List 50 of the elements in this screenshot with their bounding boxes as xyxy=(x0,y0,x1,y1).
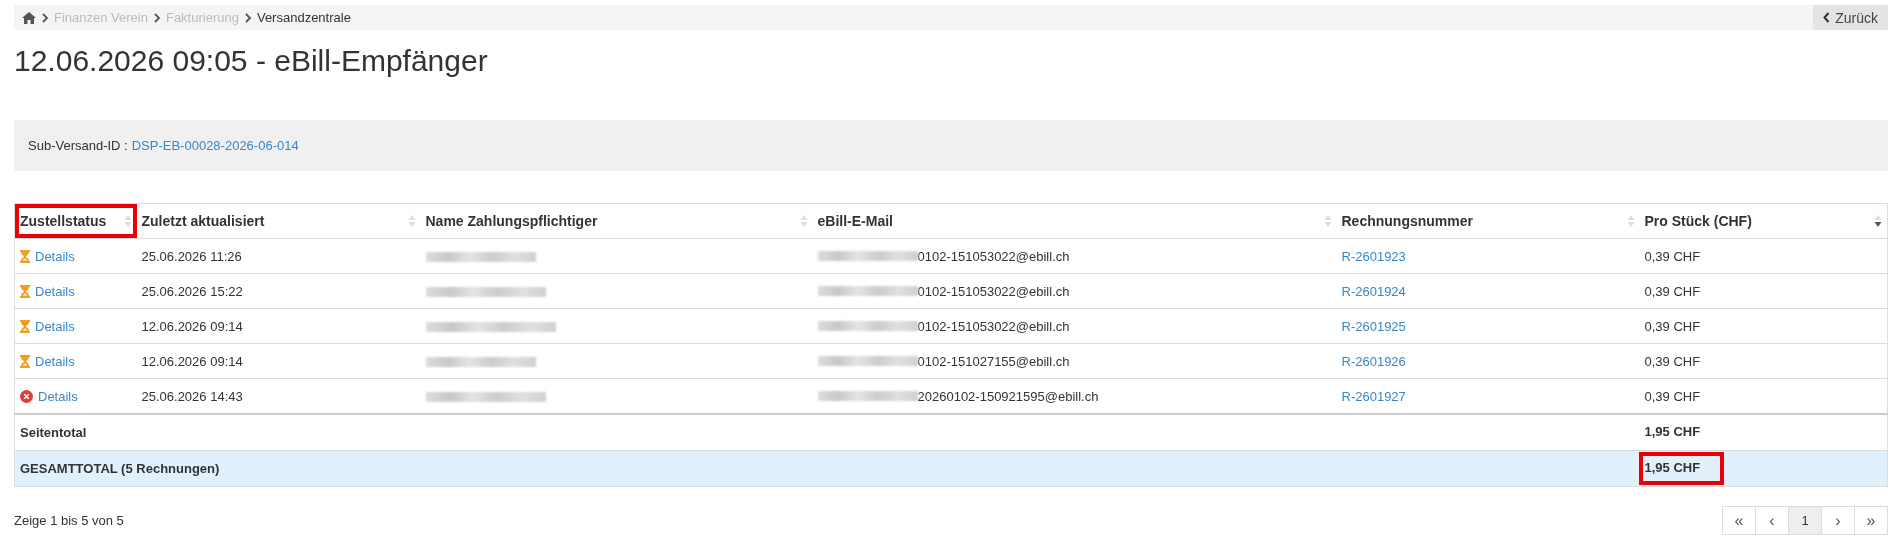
invoice-link[interactable]: R-2601923 xyxy=(1341,248,1406,264)
sub-dispatch-link[interactable]: DSP-EB-00028-2026-06-014 xyxy=(131,138,299,153)
chevron-right-icon xyxy=(243,12,252,23)
details-link[interactable]: Details xyxy=(35,248,75,264)
column-header[interactable]: Name Zahlungspflichtiger xyxy=(420,203,813,239)
table-cell: 0,39 CHF xyxy=(1639,238,1888,274)
info-label: Sub-Versand-ID : xyxy=(28,138,128,153)
table-cell: 0,39 CHF xyxy=(1639,273,1888,309)
table-cell: 20260102-150921595@ebill.ch xyxy=(917,388,1099,404)
column-header[interactable]: Rechnungsnummer xyxy=(1336,203,1640,239)
chevron-right-icon xyxy=(152,12,161,23)
table-cell: 25.06.2026 14:43 xyxy=(136,378,421,414)
home-icon[interactable] xyxy=(22,11,36,24)
table-cell: 25.06.2026 15:22 xyxy=(136,273,421,309)
table-cell: 12.06.2026 09:14 xyxy=(136,308,421,344)
invoice-link[interactable]: R-2601926 xyxy=(1341,353,1406,369)
pagination-button[interactable]: 1 xyxy=(1788,506,1822,535)
invoice-link[interactable]: R-2601925 xyxy=(1341,318,1406,334)
table-cell: 25.06.2026 11:26 xyxy=(136,238,421,274)
total-value: 1,95 CHF xyxy=(1638,452,1725,485)
table-cell: 0,39 CHF xyxy=(1639,343,1888,379)
back-button[interactable]: Zurück xyxy=(1813,5,1888,30)
details-link[interactable]: Details xyxy=(35,283,75,299)
pagination-button[interactable]: ‹ xyxy=(1755,506,1789,535)
table-cell: 0102-151053022@ebill.ch xyxy=(917,283,1070,299)
invoice-link[interactable]: R-2601927 xyxy=(1341,388,1406,404)
details-link[interactable]: Details xyxy=(35,318,75,334)
table-cell: 0102-151053022@ebill.ch xyxy=(917,318,1070,334)
table-cell: 12.06.2026 09:14 xyxy=(136,343,421,379)
column-header[interactable]: Zustellstatus xyxy=(14,203,137,239)
pagination-button[interactable]: « xyxy=(1722,506,1756,535)
result-count: Zeige 1 bis 5 von 5 xyxy=(14,513,124,528)
chevron-right-icon xyxy=(41,12,49,23)
column-header[interactable]: eBill-E-Mail xyxy=(812,203,1337,239)
column-header[interactable]: Pro Stück (CHF) xyxy=(1639,203,1888,239)
sort-icon[interactable] xyxy=(1874,214,1882,228)
details-link[interactable]: Details xyxy=(35,353,75,369)
invoice-link[interactable]: R-2601924 xyxy=(1341,283,1406,299)
column-header[interactable]: Zuletzt aktualisiert xyxy=(136,203,421,239)
total-value: 1,95 CHF xyxy=(1643,423,1702,441)
table-cell: 0102-151027155@ebill.ch xyxy=(917,353,1070,369)
chevron-left-icon xyxy=(1823,12,1831,23)
table-cell: 0,39 CHF xyxy=(1639,308,1888,344)
details-link[interactable]: Details xyxy=(38,388,78,404)
pagination-button[interactable]: › xyxy=(1821,506,1855,535)
table-cell: 0102-151053022@ebill.ch xyxy=(917,248,1070,264)
total-label: GESAMTTOTAL (5 Rechnungen) xyxy=(14,450,1640,487)
pagination-button[interactable]: » xyxy=(1854,506,1888,535)
table-cell: 0,39 CHF xyxy=(1639,378,1888,414)
page-title: 12.06.2026 09:05 - eBill-Empfänger xyxy=(14,44,489,79)
